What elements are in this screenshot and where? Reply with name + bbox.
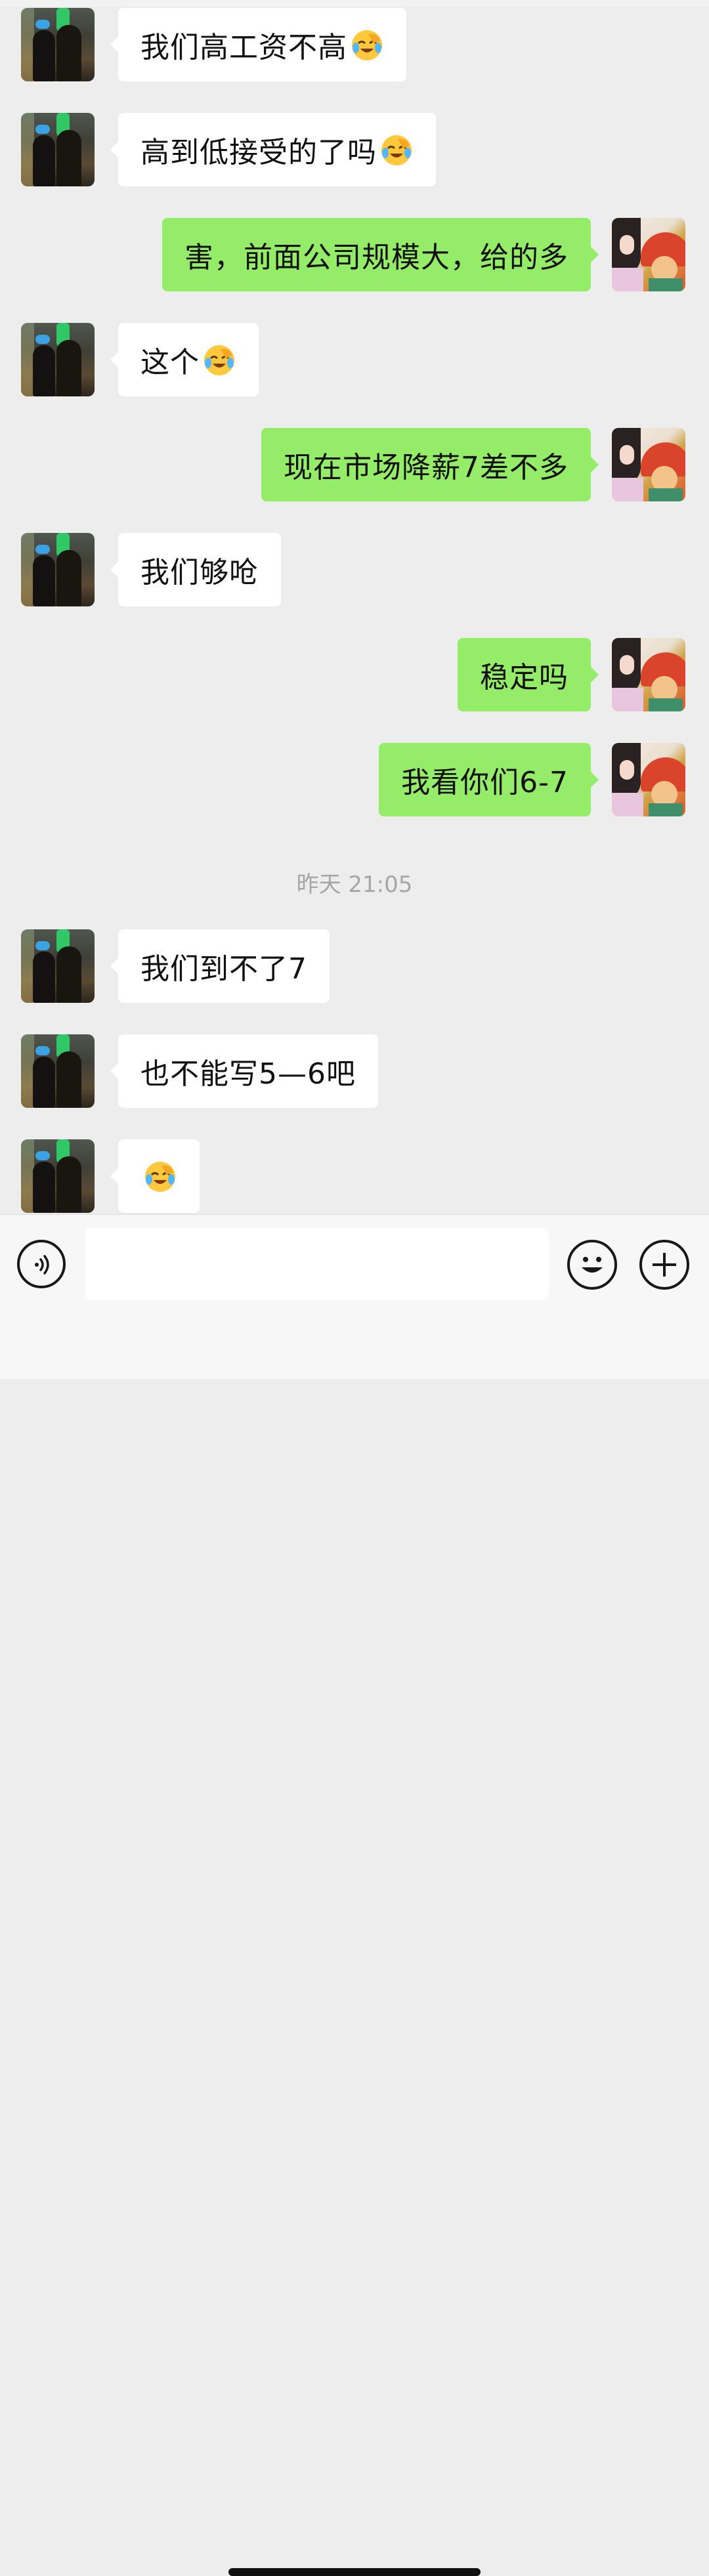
message-bubble[interactable]: 高到低接受的了吗	[110, 113, 436, 186]
message-row-incoming: 这个	[0, 323, 709, 396]
contact-avatar[interactable]	[21, 1139, 95, 1213]
message-text: 高到低接受的了吗	[140, 136, 377, 169]
plus-icon[interactable]	[639, 1240, 689, 1290]
message-row-incoming: 我们到不了7	[0, 929, 709, 1003]
message-text: 这个	[140, 346, 200, 379]
chat-message-list[interactable]: 我们高工资不高 高到低接受的了吗 害，前面公司规模大，给的多 这个 现在市场降薪…	[0, 0, 709, 1214]
message-input[interactable]	[85, 1228, 549, 1300]
message-timestamp: 昨天 21:05	[296, 872, 413, 898]
message-text: 我们高工资不高	[140, 31, 347, 64]
message-text: 现在市场降薪7差不多	[284, 451, 569, 484]
contact-avatar[interactable]	[21, 323, 95, 396]
voice-icon[interactable]	[17, 1240, 66, 1288]
message-bubble[interactable]: 我看你们6-7	[379, 743, 599, 816]
message-text: 我们到不了7	[140, 952, 307, 986]
chat-input-bar	[0, 1214, 709, 2576]
message-row-outgoing: 现在市场降薪7差不多	[0, 428, 709, 501]
message-row-incoming: 也不能写5—6吧	[0, 1034, 709, 1108]
message-bubble[interactable]: 这个	[110, 323, 259, 396]
my-avatar[interactable]	[612, 428, 685, 501]
facepalm-laugh-emoji	[379, 133, 414, 167]
message-text: 也不能写5—6吧	[140, 1057, 356, 1091]
message-bubble[interactable]: 也不能写5—6吧	[110, 1034, 378, 1108]
facepalm-laugh-emoji	[143, 1159, 177, 1193]
home-indicator[interactable]	[228, 2568, 481, 2576]
contact-avatar[interactable]	[21, 8, 95, 81]
message-bubble[interactable]: 现在市场降薪7差不多	[261, 428, 599, 501]
contact-avatar[interactable]	[21, 1034, 95, 1108]
contact-avatar[interactable]	[21, 929, 95, 1003]
facepalm-laugh-emoji	[350, 28, 384, 62]
message-bubble[interactable]: 我们到不了7	[110, 929, 330, 1003]
message-text: 我看你们6-7	[401, 766, 569, 799]
message-bubble[interactable]: 稳定吗	[458, 638, 599, 711]
my-avatar[interactable]	[612, 218, 685, 291]
message-row-outgoing: 稳定吗	[0, 638, 709, 711]
smiley-icon[interactable]	[567, 1240, 617, 1290]
message-row-incoming: 我们够呛	[0, 533, 709, 606]
message-row-incoming: 我们高工资不高	[0, 8, 709, 81]
message-row-outgoing: 害，前面公司规模大，给的多	[0, 218, 709, 291]
message-bubble[interactable]: 我们高工资不高	[110, 8, 406, 81]
my-avatar[interactable]	[612, 743, 685, 816]
message-text: 害，前面公司规模大，给的多	[184, 241, 569, 274]
message-bubble[interactable]: 我们够呛	[110, 533, 281, 606]
contact-avatar[interactable]	[21, 113, 95, 186]
message-bubble[interactable]: 害，前面公司规模大，给的多	[162, 218, 599, 291]
message-text: 稳定吗	[480, 661, 569, 694]
message-row-incoming	[0, 1139, 709, 1213]
message-row-incoming: 高到低接受的了吗	[0, 113, 709, 186]
message-row-outgoing: 我看你们6-7	[0, 743, 709, 816]
message-text: 我们够呛	[140, 556, 259, 589]
message-bubble[interactable]	[110, 1139, 200, 1213]
facepalm-laugh-emoji	[202, 343, 236, 377]
contact-avatar[interactable]	[21, 533, 95, 606]
my-avatar[interactable]	[612, 638, 685, 711]
